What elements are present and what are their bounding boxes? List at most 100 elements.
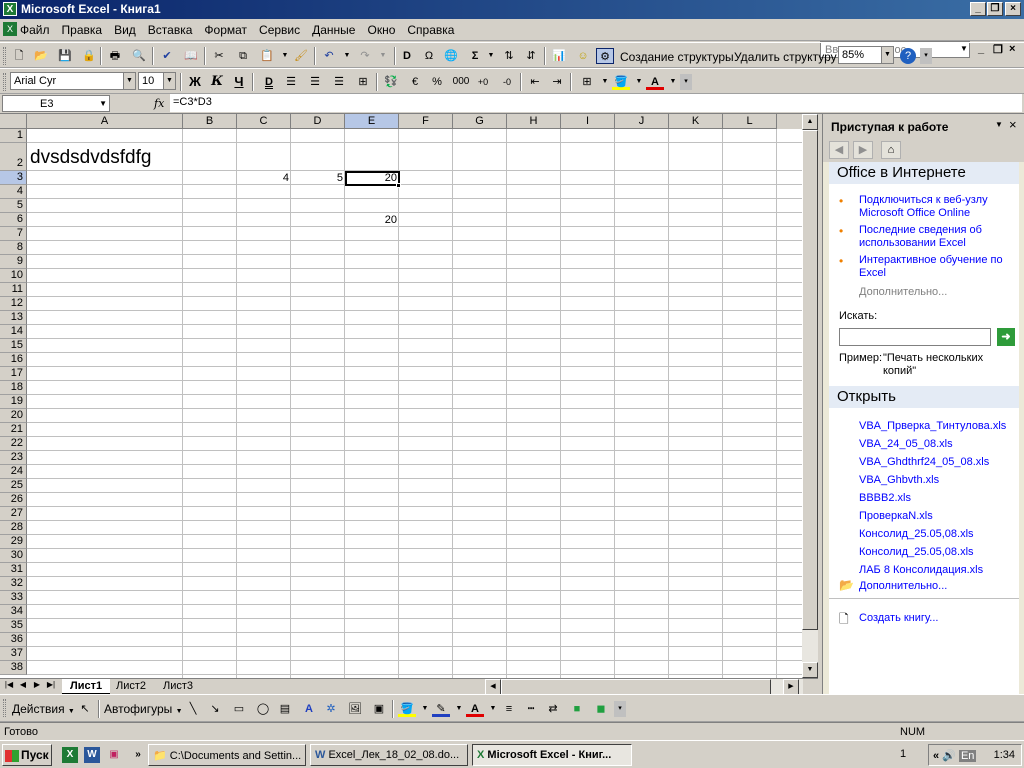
language-indicator[interactable]: En (958, 750, 977, 762)
row-header-27[interactable]: 27 (0, 507, 27, 521)
tab-list2[interactable]: Лист2 (108, 679, 154, 694)
forward-icon[interactable]: ▶ (853, 141, 873, 159)
currency-icon[interactable]: 💱 (382, 74, 400, 90)
new-icon[interactable]: 🗋 (10, 48, 28, 64)
row-header-23[interactable]: 23 (0, 451, 27, 465)
office-link-training[interactable]: Интерактивное обучение по Excel (859, 254, 1017, 280)
toolbar-grip[interactable] (3, 73, 6, 91)
scroll-up-icon[interactable]: ▲ (802, 114, 818, 130)
toolbar-grip[interactable] (3, 699, 6, 717)
recent-file-link[interactable]: Консолид_25.05,08.xls (859, 546, 974, 559)
chevron-down-icon[interactable]: ▼ (338, 48, 356, 64)
menu-data[interactable]: Данные (312, 23, 355, 37)
row-header-8[interactable]: 8 (0, 241, 27, 255)
home-icon[interactable]: ⌂ (881, 141, 901, 159)
euro-icon[interactable]: € (406, 74, 424, 90)
scroll-down-icon[interactable]: ▼ (802, 662, 818, 678)
column-header-k[interactable]: K (669, 114, 723, 129)
minimize-button[interactable]: _ (970, 2, 986, 16)
powerpoint-quicklaunch-icon[interactable]: ▣ (106, 747, 122, 763)
chevron-down-icon[interactable]: ▼ (99, 96, 107, 112)
chevron-down-icon[interactable]: ▼ (881, 47, 893, 63)
open-icon[interactable]: 📂 (32, 48, 50, 64)
row-header-28[interactable]: 28 (0, 521, 27, 535)
borders-icon[interactable]: ⊞ (578, 74, 596, 90)
increase-indent-icon[interactable]: ⇥ (548, 74, 566, 90)
select-all-corner[interactable] (0, 114, 27, 129)
close-button[interactable]: × (1005, 2, 1021, 16)
name-box[interactable]: E3 ▼ (2, 95, 110, 112)
print-icon[interactable]: 🖶 (106, 48, 124, 64)
picture-icon[interactable]: ▣ (370, 701, 388, 717)
scroll-right-icon[interactable]: ▶ (783, 679, 799, 695)
row-header-29[interactable]: 29 (0, 535, 27, 549)
tab-list1[interactable]: Лист1 (62, 679, 111, 694)
start-button[interactable]: Пуск (2, 744, 52, 766)
row-header-32[interactable]: 32 (0, 577, 27, 591)
column-header-e[interactable]: E (345, 114, 399, 129)
menu-insert[interactable]: Вставка (148, 23, 193, 37)
spreadsheet-grid[interactable]: ABCDEFGHIJKL 1 2 3 4 5 6 7 8 9 10 11 12 13 14 15 16 17 18… (0, 114, 818, 678)
task-word[interactable]: W Excel_Лек_18_02_08.do... (310, 744, 468, 766)
chevron-down-icon[interactable]: ▼ (163, 73, 175, 89)
align-center-icon[interactable]: ☰ (306, 74, 324, 90)
line-icon[interactable]: ╲ (184, 701, 202, 717)
row-header-18[interactable]: 18 (0, 381, 27, 395)
sort-ascending-icon[interactable]: ⇅ (500, 48, 518, 64)
column-header-g[interactable]: G (453, 114, 507, 129)
tab-list3[interactable]: Лист3 (155, 679, 201, 694)
symbol-icon[interactable]: Ω (420, 48, 438, 64)
cell-C3[interactable]: 4 (238, 172, 289, 185)
decrease-decimal-icon[interactable]: -0 (498, 74, 516, 90)
create-workbook-link[interactable]: Создать книгу... (859, 612, 938, 625)
thousands-button[interactable]: 000 (450, 74, 472, 90)
align-right-icon[interactable]: ☰ (330, 74, 348, 90)
arrow-style-icon[interactable]: ⇄ (544, 701, 562, 717)
oval-icon[interactable]: ◯ (254, 701, 272, 717)
row-header-34[interactable]: 34 (0, 605, 27, 619)
hyperlink-icon[interactable]: 🌐 (442, 48, 460, 64)
row-header-1[interactable]: 1 (0, 129, 27, 143)
recent-file-link[interactable]: VBA_Ghdthrf24_05_08.xls (859, 456, 989, 469)
row-header-21[interactable]: 21 (0, 423, 27, 437)
font-size-combo[interactable]: 10 ▼ (138, 72, 176, 90)
shadow-icon[interactable]: ■ (568, 701, 586, 717)
smiley-icon[interactable]: ☺ (574, 48, 592, 64)
chart-wizard-icon[interactable]: 📊 (550, 48, 568, 64)
cell-A2[interactable]: dvsdsdvdsfdfg (30, 147, 151, 169)
decrease-indent-icon[interactable]: ⇤ (526, 74, 544, 90)
menu-tools[interactable]: Сервис (259, 23, 300, 37)
excel-quicklaunch-icon[interactable]: X (62, 747, 78, 763)
column-header-h[interactable]: H (507, 114, 561, 129)
task-pane-title[interactable]: Приступая к работе (831, 120, 948, 134)
column-header-a[interactable]: A (27, 114, 183, 129)
restore-button[interactable]: ❐ (987, 2, 1003, 16)
row-header-13[interactable]: 13 (0, 311, 27, 325)
redo-icon[interactable]: ↷ (356, 48, 374, 64)
row-header-36[interactable]: 36 (0, 633, 27, 647)
office-more-link[interactable]: Дополнительно... (859, 286, 947, 298)
first-sheet-icon[interactable]: |◀ (2, 680, 16, 689)
tray-expand-icon[interactable]: « (933, 750, 939, 762)
row-header-2[interactable]: 2 (0, 143, 27, 171)
wordart-icon[interactable]: A (300, 701, 318, 717)
row-header-6[interactable]: 6 (0, 213, 27, 227)
row-header-22[interactable]: 22 (0, 437, 27, 451)
row-header-12[interactable]: 12 (0, 297, 27, 311)
macro-icon[interactable]: ⚙ (596, 48, 614, 64)
row-header-35[interactable]: 35 (0, 619, 27, 633)
row-header-24[interactable]: 24 (0, 465, 27, 479)
next-sheet-icon[interactable]: ▶ (30, 680, 44, 689)
back-icon[interactable]: ◀ (829, 141, 849, 159)
column-header-b[interactable]: B (183, 114, 237, 129)
chevron-down-icon[interactable]: ▼ (482, 48, 500, 64)
chevron-down-icon[interactable]: ▼ (995, 120, 1003, 129)
row-header-19[interactable]: 19 (0, 395, 27, 409)
menu-format[interactable]: Формат (204, 23, 247, 37)
copy-icon[interactable]: ⧉ (234, 48, 252, 64)
row-header-26[interactable]: 26 (0, 493, 27, 507)
chevron-down-icon[interactable]: ▼ (374, 48, 392, 64)
font-color-icon[interactable]: A (466, 701, 484, 717)
autoshapes-menu[interactable]: Автофигуры ▼ (104, 702, 183, 716)
prev-sheet-icon[interactable]: ◀ (16, 680, 30, 689)
